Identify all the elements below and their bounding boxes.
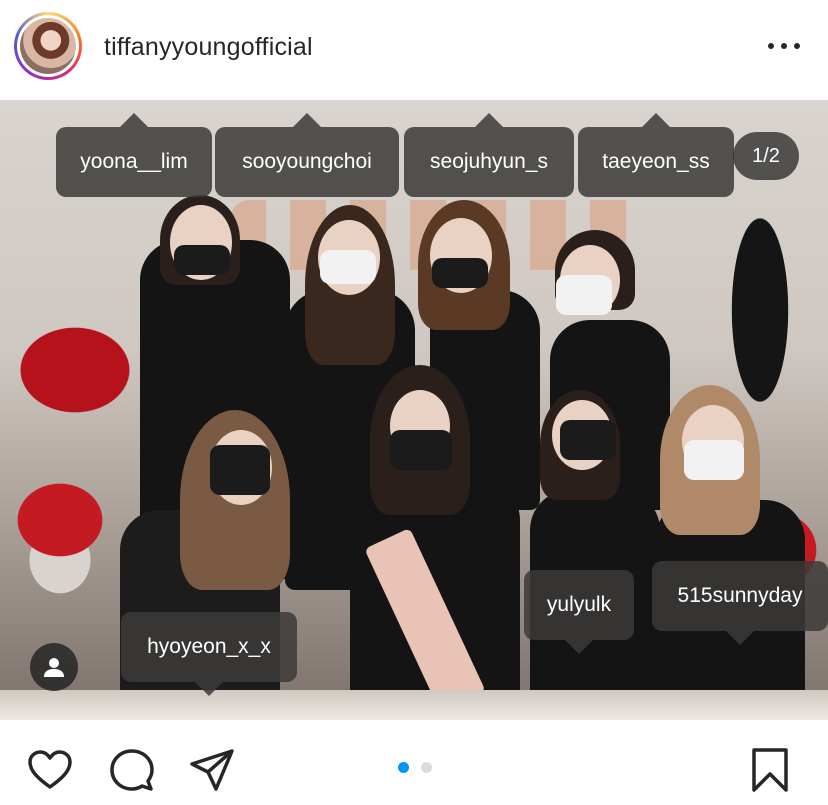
- more-options-icon[interactable]: [768, 36, 800, 56]
- avatar[interactable]: [14, 12, 82, 80]
- carousel-dot-active: [398, 761, 409, 773]
- dinner-table: [0, 690, 828, 720]
- send-icon[interactable]: [188, 746, 236, 794]
- user-tag-sooyoung[interactable]: sooyoungchoi: [215, 113, 399, 197]
- user-tag-seohyun[interactable]: seojuhyun_s: [404, 113, 574, 197]
- post-header: tiffanyyoungofficial: [0, 0, 828, 100]
- user-tag-sunny[interactable]: 515sunnyday: [652, 561, 828, 645]
- user-tag-taeyeon[interactable]: taeyeon_ss: [578, 113, 734, 197]
- heart-icon[interactable]: [26, 746, 74, 794]
- carousel-indicator: [398, 761, 432, 773]
- carousel-counter: 1/2: [733, 132, 799, 180]
- user-tag-hyoyeon[interactable]: hyoyeon_x_x: [121, 612, 297, 696]
- user-tag-yuri[interactable]: yulyulk: [524, 570, 634, 654]
- post-actions: [0, 720, 828, 805]
- instagram-post: tiffanyyoungofficial yoona__lim sooyoung…: [0, 0, 828, 805]
- user-tag-yoona[interactable]: yoona__lim: [56, 113, 212, 197]
- person-icon[interactable]: [30, 643, 78, 691]
- username-link[interactable]: tiffanyyoungofficial: [104, 33, 313, 62]
- bookmark-icon[interactable]: [746, 746, 794, 794]
- carousel-dot: [421, 761, 432, 773]
- avatar-photo: [20, 18, 76, 74]
- comment-icon[interactable]: [108, 746, 156, 794]
